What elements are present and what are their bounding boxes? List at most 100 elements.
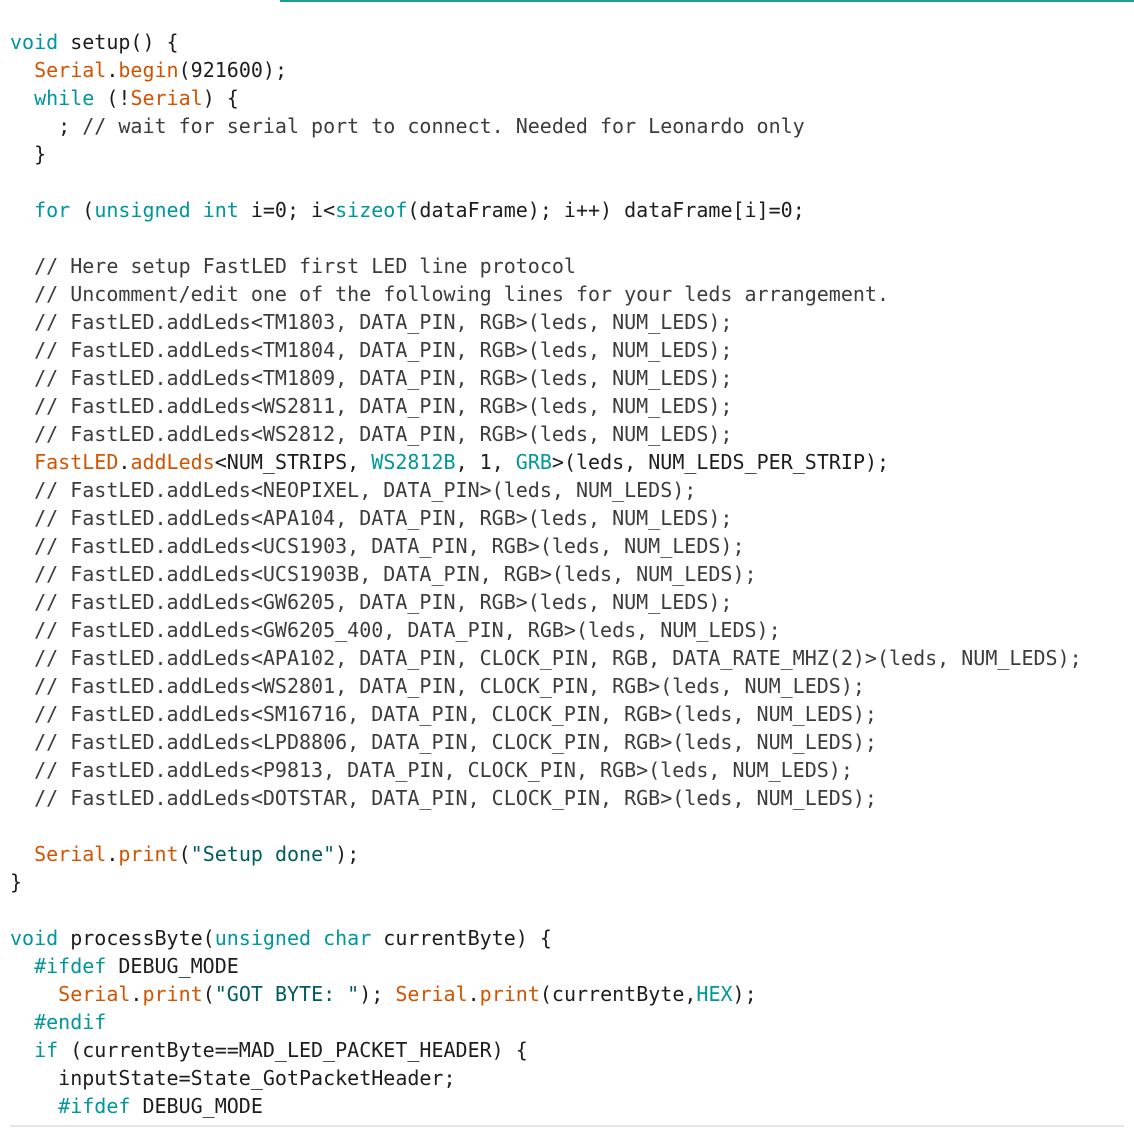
code-line[interactable]: // FastLED.addLeds<TM1803, DATA_PIN, RGB…	[10, 308, 1134, 336]
code-token-fn: print	[142, 982, 203, 1006]
code-token-fn: print	[479, 982, 540, 1006]
code-editor[interactable]: void setup() { Serial.begin(921600); whi…	[10, 28, 1134, 1120]
code-token-plain: ;	[10, 114, 83, 138]
code-token-obj: Serial	[34, 842, 107, 866]
code-token-plain: .	[106, 58, 119, 82]
code-token-obj: Serial	[58, 982, 131, 1006]
code-token-cmt: // FastLED.addLeds<TM1803, DATA_PIN, RGB…	[34, 310, 733, 334]
code-token-cmt: // FastLED.addLeds<APA102, DATA_PIN, CLO…	[34, 646, 1082, 670]
code-line[interactable]: // FastLED.addLeds<UCS1903, DATA_PIN, RG…	[10, 532, 1134, 560]
code-token-const: HEX	[696, 982, 733, 1006]
code-line[interactable]: inputState=State_GotPacketHeader;	[10, 1064, 1134, 1092]
code-token-fn: addLeds	[130, 450, 215, 474]
code-line[interactable]: Serial.print("Setup done");	[10, 840, 1134, 868]
code-line[interactable]: // FastLED.addLeds<GW6205_400, DATA_PIN,…	[10, 616, 1134, 644]
code-line[interactable]: // FastLED.addLeds<P9813, DATA_PIN, CLOC…	[10, 756, 1134, 784]
code-token-plain: (	[202, 982, 215, 1006]
code-line[interactable]: // FastLED.addLeds<GW6205, DATA_PIN, RGB…	[10, 588, 1134, 616]
code-line[interactable]: // FastLED.addLeds<WS2812, DATA_PIN, RGB…	[10, 420, 1134, 448]
code-line[interactable]: FastLED.addLeds<NUM_STRIPS, WS2812B, 1, …	[10, 448, 1134, 476]
code-line[interactable]: for (unsigned int i=0; i<sizeof(dataFram…	[10, 196, 1134, 224]
code-token-type: int	[202, 198, 239, 222]
code-line[interactable]: while (!Serial) {	[10, 84, 1134, 112]
code-line[interactable]: ; // wait for serial port to connect. Ne…	[10, 112, 1134, 140]
code-token-plain: <NUM_STRIPS,	[214, 450, 372, 474]
code-line[interactable]: // FastLED.addLeds<TM1804, DATA_PIN, RGB…	[10, 336, 1134, 364]
code-line[interactable]: Serial.begin(921600);	[10, 56, 1134, 84]
code-token-kw: while	[34, 86, 95, 110]
code-line[interactable]: // FastLED.addLeds<UCS1903B, DATA_PIN, R…	[10, 560, 1134, 588]
code-token-plain: (	[70, 198, 95, 222]
code-line[interactable]	[10, 896, 1134, 924]
code-token-cmt: // FastLED.addLeds<TM1804, DATA_PIN, RGB…	[34, 338, 733, 362]
code-line[interactable]: // FastLED.addLeds<APA104, DATA_PIN, RGB…	[10, 504, 1134, 532]
code-token-cmt: // FastLED.addLeds<GW6205_400, DATA_PIN,…	[34, 618, 781, 642]
code-line[interactable]: // FastLED.addLeds<WS2801, DATA_PIN, CLO…	[10, 672, 1134, 700]
code-token-kw: void	[10, 926, 59, 950]
code-line[interactable]: if (currentByte==MAD_LED_PACKET_HEADER) …	[10, 1036, 1134, 1064]
code-line[interactable]: // FastLED.addLeds<DOTSTAR, DATA_PIN, CL…	[10, 784, 1134, 812]
code-line[interactable]: #endif	[10, 1008, 1134, 1036]
code-line[interactable]: // FastLED.addLeds<APA102, DATA_PIN, CLO…	[10, 644, 1134, 672]
code-token-cmt: // FastLED.addLeds<NEOPIXEL, DATA_PIN>(l…	[34, 478, 697, 502]
code-token-type: unsigned	[94, 198, 191, 222]
code-token-pre: #endif	[34, 1010, 107, 1034]
code-token-cmt: // FastLED.addLeds<SM16716, DATA_PIN, CL…	[34, 702, 877, 726]
code-line[interactable]: }	[10, 868, 1134, 896]
tab-bar-border	[280, 0, 1134, 2]
code-token-cmt: // Here setup FastLED first LED line pro…	[34, 254, 576, 278]
code-token-plain: .	[467, 982, 480, 1006]
code-line[interactable]: #ifdef DEBUG_MODE	[10, 1092, 1134, 1120]
code-token-plain: processByte(	[58, 926, 215, 950]
code-token-fn: print	[118, 842, 179, 866]
code-line[interactable]: // FastLED.addLeds<WS2811, DATA_PIN, RGB…	[10, 392, 1134, 420]
code-token-cmt: // wait for serial port to connect. Need…	[82, 114, 805, 138]
code-token-obj: Serial	[130, 86, 203, 110]
code-token-cmt: // Uncomment/edit one of the following l…	[34, 282, 890, 306]
code-line[interactable]	[10, 812, 1134, 840]
code-token-obj: Serial	[395, 982, 468, 1006]
code-token-str: "Setup done"	[190, 842, 336, 866]
code-token-kw: if	[34, 1038, 59, 1062]
code-line[interactable]: // FastLED.addLeds<SM16716, DATA_PIN, CL…	[10, 700, 1134, 728]
code-line[interactable]	[10, 168, 1134, 196]
code-line[interactable]: // Uncomment/edit one of the following l…	[10, 280, 1134, 308]
code-line[interactable]: // FastLED.addLeds<NEOPIXEL, DATA_PIN>(l…	[10, 476, 1134, 504]
code-token-plain: currentByte) {	[371, 926, 552, 950]
code-line[interactable]: Serial.print("GOT BYTE: "); Serial.print…	[10, 980, 1134, 1008]
code-token-cmt: // FastLED.addLeds<P9813, DATA_PIN, CLOC…	[34, 758, 853, 782]
code-line[interactable]: // FastLED.addLeds<LPD8806, DATA_PIN, CL…	[10, 728, 1134, 756]
code-token-cmt: // FastLED.addLeds<WS2812, DATA_PIN, RGB…	[34, 422, 733, 446]
code-line[interactable]	[10, 224, 1134, 252]
code-token-plain: >(leds, NUM_LEDS_PER_STRIP);	[551, 450, 890, 474]
code-token-plain: (currentByte==MAD_LED_PACKET_HEADER) {	[58, 1038, 528, 1062]
code-line[interactable]: #ifdef DEBUG_MODE	[10, 952, 1134, 980]
code-token-plain: (921600);	[178, 58, 287, 82]
code-token-plain: );	[732, 982, 757, 1006]
code-token-plain: (dataFrame); i++) dataFrame[i]=0;	[407, 198, 805, 222]
code-token-plain: setup() {	[58, 30, 179, 54]
code-line[interactable]: // Here setup FastLED first LED line pro…	[10, 252, 1134, 280]
code-line[interactable]: // FastLED.addLeds<TM1809, DATA_PIN, RGB…	[10, 364, 1134, 392]
code-token-obj: FastLED	[34, 450, 119, 474]
code-line[interactable]: void setup() {	[10, 28, 1134, 56]
code-line[interactable]: void processByte(unsigned char currentBy…	[10, 924, 1134, 952]
code-token-plain: );	[359, 982, 396, 1006]
code-line[interactable]: }	[10, 140, 1134, 168]
code-token-plain: .	[130, 982, 143, 1006]
code-token-cmt: // FastLED.addLeds<WS2801, DATA_PIN, CLO…	[34, 674, 865, 698]
